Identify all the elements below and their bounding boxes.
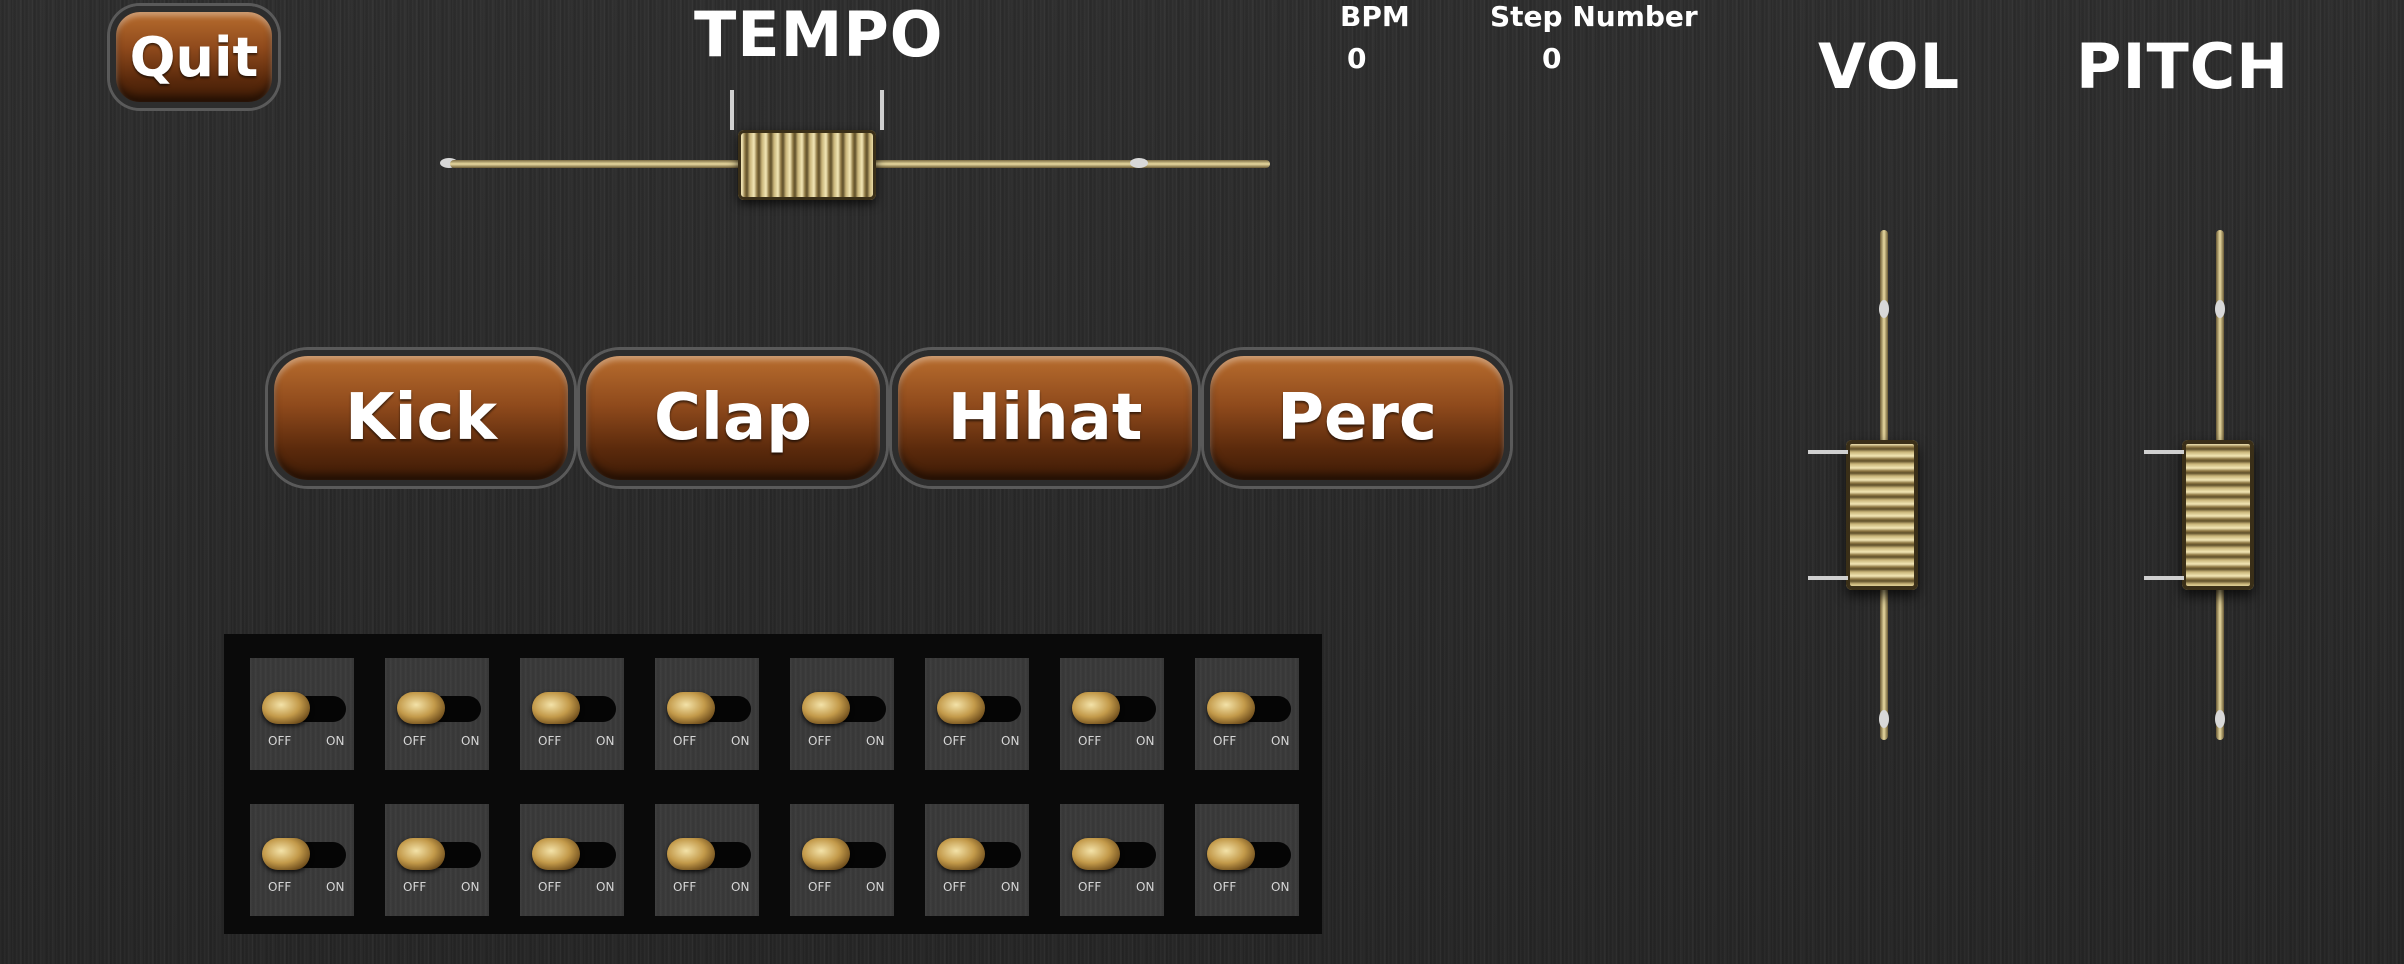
- step-toggle[interactable]: OFF ON: [520, 804, 624, 916]
- toggle-knob[interactable]: [667, 692, 715, 724]
- tempo-slider-knob[interactable]: [730, 90, 884, 200]
- toggle-on-label: ON: [1271, 880, 1290, 894]
- step-sequencer: OFF ON OFF ON OFF ON OFF ON OFF ON OFF ON OFF ON OFF ON…: [224, 634, 1322, 934]
- toggle-on-label: ON: [1136, 880, 1155, 894]
- bpm-value: 0: [1347, 42, 1367, 75]
- toggle-off-label: OFF: [1213, 734, 1237, 748]
- toggle-off-label: OFF: [673, 880, 697, 894]
- toggle-on-label: ON: [1001, 734, 1020, 748]
- toggle-on-label: ON: [461, 734, 480, 748]
- toggle-on-label: ON: [731, 734, 750, 748]
- bpm-label: BPM: [1340, 0, 1410, 33]
- tempo-label: TEMPO: [694, 0, 944, 71]
- step-toggle[interactable]: OFF ON: [520, 658, 624, 770]
- toggle-knob[interactable]: [532, 838, 580, 870]
- toggle-off-label: OFF: [673, 734, 697, 748]
- step-toggle[interactable]: OFF ON: [385, 804, 489, 916]
- toggle-knob[interactable]: [1207, 838, 1255, 870]
- toggle-knob[interactable]: [1072, 692, 1120, 724]
- step-toggle[interactable]: OFF ON: [250, 658, 354, 770]
- toggle-on-label: ON: [326, 734, 345, 748]
- toggle-on-label: ON: [1271, 734, 1290, 748]
- step-toggle[interactable]: OFF ON: [925, 804, 1029, 916]
- pitch-slider-knob[interactable]: [2144, 440, 2254, 590]
- toggle-on-label: ON: [866, 734, 885, 748]
- kick-button[interactable]: Kick: [268, 350, 574, 486]
- toggle-off-label: OFF: [268, 734, 292, 748]
- pitch-slider[interactable]: [2136, 230, 2276, 750]
- pitch-track-top: [2215, 300, 2225, 318]
- toggle-on-label: ON: [461, 880, 480, 894]
- toggle-off-label: OFF: [268, 880, 292, 894]
- toggle-off-label: OFF: [943, 880, 967, 894]
- vol-slider[interactable]: [1800, 230, 1940, 750]
- hihat-button[interactable]: Hihat: [892, 350, 1198, 486]
- toggle-off-label: OFF: [403, 734, 427, 748]
- toggle-knob[interactable]: [1072, 838, 1120, 870]
- toggle-knob[interactable]: [262, 692, 310, 724]
- toggle-off-label: OFF: [943, 734, 967, 748]
- vol-track-top: [1879, 300, 1889, 318]
- toggle-on-label: ON: [731, 880, 750, 894]
- perc-button[interactable]: Perc: [1204, 350, 1510, 486]
- tempo-slider[interactable]: [440, 90, 1270, 220]
- clap-button[interactable]: Clap: [580, 350, 886, 486]
- toggle-knob[interactable]: [937, 692, 985, 724]
- toggle-knob[interactable]: [802, 838, 850, 870]
- step-toggle[interactable]: OFF ON: [655, 658, 759, 770]
- toggle-knob[interactable]: [532, 692, 580, 724]
- step-toggle[interactable]: OFF ON: [655, 804, 759, 916]
- toggle-knob[interactable]: [262, 838, 310, 870]
- toggle-on-label: ON: [596, 880, 615, 894]
- quit-button[interactable]: Quit: [110, 6, 278, 108]
- toggle-on-label: ON: [1136, 734, 1155, 748]
- toggle-off-label: OFF: [538, 734, 562, 748]
- toggle-knob[interactable]: [397, 838, 445, 870]
- toggle-off-label: OFF: [1213, 880, 1237, 894]
- toggle-knob[interactable]: [1207, 692, 1255, 724]
- toggle-knob[interactable]: [937, 838, 985, 870]
- toggle-on-label: ON: [596, 734, 615, 748]
- vol-label: VOL: [1818, 30, 1961, 103]
- step-toggle[interactable]: OFF ON: [790, 658, 894, 770]
- step-toggle[interactable]: OFF ON: [385, 658, 489, 770]
- step-toggle[interactable]: OFF ON: [250, 804, 354, 916]
- toggle-knob[interactable]: [397, 692, 445, 724]
- step-toggle[interactable]: OFF ON: [925, 658, 1029, 770]
- pitch-label: PITCH: [2076, 30, 2290, 103]
- toggle-knob[interactable]: [667, 838, 715, 870]
- toggle-off-label: OFF: [403, 880, 427, 894]
- toggle-off-label: OFF: [808, 880, 832, 894]
- toggle-knob[interactable]: [802, 692, 850, 724]
- toggle-on-label: ON: [1001, 880, 1020, 894]
- toggle-off-label: OFF: [538, 880, 562, 894]
- step-number-label: Step Number: [1490, 0, 1698, 33]
- toggle-off-label: OFF: [1078, 734, 1102, 748]
- toggle-on-label: ON: [326, 880, 345, 894]
- vol-slider-knob[interactable]: [1808, 440, 1918, 590]
- step-toggle[interactable]: OFF ON: [1060, 804, 1164, 916]
- step-toggle[interactable]: OFF ON: [1195, 804, 1299, 916]
- toggle-off-label: OFF: [808, 734, 832, 748]
- vol-track-bottom: [1879, 710, 1889, 728]
- step-toggle[interactable]: OFF ON: [1195, 658, 1299, 770]
- step-number-value: 0: [1542, 42, 1562, 75]
- toggle-off-label: OFF: [1078, 880, 1102, 894]
- tempo-track-end: [1130, 158, 1148, 168]
- toggle-on-label: ON: [866, 880, 885, 894]
- pitch-track-bottom: [2215, 710, 2225, 728]
- step-toggle[interactable]: OFF ON: [790, 804, 894, 916]
- step-toggle[interactable]: OFF ON: [1060, 658, 1164, 770]
